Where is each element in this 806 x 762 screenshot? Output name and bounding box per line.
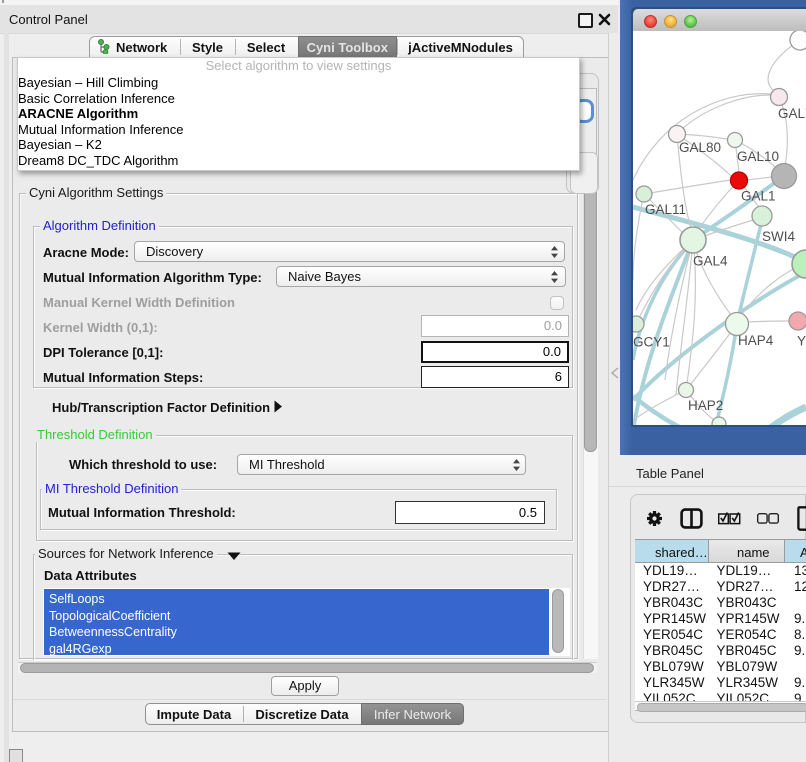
svg-text:HAP2: HAP2 — [688, 398, 723, 413]
svg-text:GCY1: GCY1 — [633, 335, 670, 350]
svg-text:GAL7: GAL7 — [778, 106, 806, 121]
svg-text:GAL80: GAL80 — [679, 140, 721, 155]
svg-text:GAL4: GAL4 — [693, 254, 728, 269]
svg-text:HAP4: HAP4 — [738, 333, 774, 348]
svg-text:SWI4: SWI4 — [762, 229, 795, 244]
svg-text:GAL1: GAL1 — [741, 189, 776, 204]
svg-text:Y: Y — [797, 334, 806, 349]
svg-text:GAL11: GAL11 — [645, 202, 686, 217]
svg-text:GAL10: GAL10 — [737, 149, 779, 164]
